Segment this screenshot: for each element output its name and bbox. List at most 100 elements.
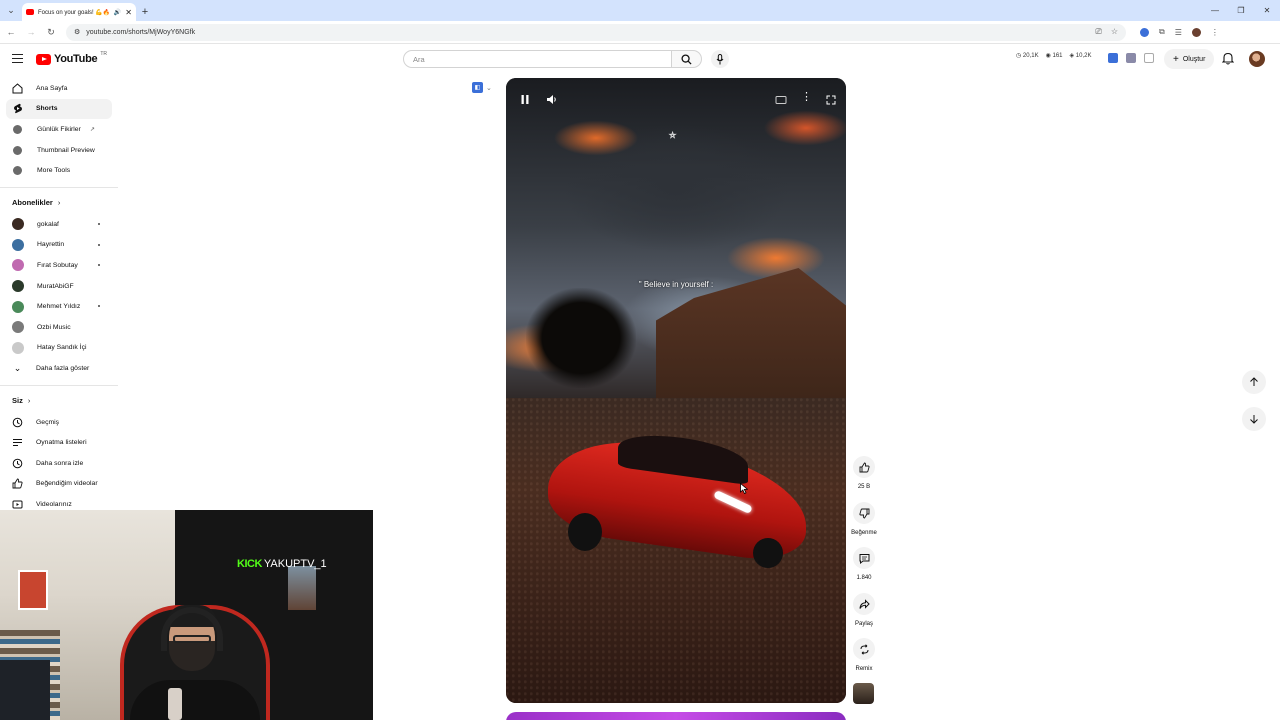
bookmark-star-icon[interactable]: ☆ [1111,27,1118,37]
menu-icon[interactable] [12,54,23,66]
tab-search-icon[interactable]: ⌄ [0,0,22,21]
minimize-icon[interactable]: — [1202,0,1228,21]
subscriptions-header[interactable]: Abonelikler › [0,192,118,214]
extensions-area: ⧉ ☰ ⋮ [1140,27,1219,37]
shorts-video-player[interactable]: ⛦ " Believe in yourself : ⋮ [506,78,846,703]
notifications-bell-icon[interactable] [1221,52,1235,70]
channel-avatar [12,259,24,272]
kick-username: YAKUPTV_1 [263,558,327,570]
comments-button[interactable]: 1.840 [849,547,879,581]
sidebar-subscription-item[interactable]: Hayrettin [0,235,118,256]
profile-icon[interactable] [1191,27,1201,37]
share-button[interactable]: Paylaş [849,593,879,627]
search-placeholder: Ara [413,54,425,64]
sidebar-item-label: Geçmiş [36,418,60,426]
sidebar-subscription-item[interactable]: Fırat Sobutay [0,255,118,276]
sidebar-item-playlists[interactable]: Oynatma listeleri [0,432,118,453]
voice-search-button[interactable] [711,50,729,68]
show-more-button[interactable]: ⌄ Daha fazla göster [0,358,118,379]
cast-icon[interactable]: ⎚ [1095,27,1101,37]
media-icon[interactable]: ☰ [1175,28,1182,37]
captions-icon[interactable] [775,92,787,110]
remix-button[interactable]: Remix [849,638,879,672]
extension-wand-icon[interactable] [1144,53,1154,63]
back-icon[interactable]: ← [2,23,20,41]
shorts-selector[interactable]: ◧ ⌄ [472,82,492,93]
section-title: Abonelikler [12,198,53,208]
dislike-label: Beğenme [851,530,877,536]
player-controls-left [520,92,558,110]
next-short-preview[interactable] [506,712,846,720]
logo-text: YouTube [54,53,98,65]
sidebar-item-shorts[interactable]: Shorts [6,98,112,120]
previous-short-button[interactable] [1242,370,1266,394]
sidebar-item-watch-later[interactable]: Daha sonra izle [0,453,118,474]
remix-icon [853,638,875,660]
chevron-down-icon: ⌄ [13,362,22,373]
kick-logo: KICK [237,558,262,570]
sidebar-item-label: Thumbnail Preview [37,146,95,154]
extension-badge-icon[interactable] [1108,53,1118,63]
sidebar-subscription-item[interactable]: Mehmet Yıldız [0,296,118,317]
sidebar-item-home[interactable]: Ana Sayfa [0,78,118,99]
sidebar-item-liked-videos[interactable]: Beğendiğim videolar [0,474,118,495]
channel-avatar [12,280,24,293]
stat-views: ◷ 20,1K [1016,53,1039,59]
like-button[interactable]: 25 B [849,456,879,490]
extension-icon[interactable] [1140,27,1149,37]
extension-list-icon[interactable] [1126,53,1136,63]
like-count: 25 B [857,484,871,490]
youtube-logo[interactable]: YouTube TR [36,51,107,65]
sound-thumbnail[interactable] [853,683,874,704]
forward-icon[interactable]: → [22,23,40,41]
next-short-button[interactable] [1242,407,1266,431]
site-info-icon[interactable]: ⚙ [74,28,80,36]
search-button[interactable] [672,50,702,68]
divider [0,186,118,188]
extensions-puzzle-icon[interactable]: ⧉ [1159,27,1165,37]
wall-poster [288,566,316,610]
youtube-play-icon [36,53,51,65]
share-label: Paylaş [854,621,873,627]
history-icon [12,417,23,428]
close-tab-icon[interactable]: ✕ [125,8,132,17]
arrow-down-icon [1250,415,1258,424]
sidebar-item-more-tools[interactable]: More Tools [0,160,118,181]
home-icon [12,83,23,94]
browser-menu-icon[interactable]: ⋮ [1211,28,1219,37]
sidebar-subscription-item[interactable]: Hatay Sandık İçi [0,338,118,359]
sidebar-item-label: Ana Sayfa [36,84,68,92]
restore-icon[interactable]: ❐ [1228,0,1254,21]
sidebar-subscription-item[interactable]: Ozbi Music [0,317,118,338]
new-tab-icon[interactable]: + [136,3,154,21]
url-field[interactable]: ⚙ youtube.com/shorts/MjWoyY6NGfk ⎚ ☆ [66,23,1126,41]
audio-icon[interactable]: 🔊 [114,9,121,16]
plus-icon: + [1173,53,1179,65]
youtube-header: YouTube TR Ara ◷ 20,1K ◉ 161 ◈ 10,2K + Ol… [0,44,1280,74]
fullscreen-icon[interactable] [826,92,836,110]
kick-overlay: KICK YAKUPTV_1 [237,558,327,570]
create-button[interactable]: + Oluştur [1164,49,1215,69]
stat-other-value: 10,2K [1075,53,1092,59]
volume-icon[interactable] [546,92,558,110]
sidebar-subscription-item[interactable]: gokalaf [0,214,118,235]
sidebar-item-history[interactable]: Geçmiş [0,412,118,433]
chevron-down-icon: ⌄ [486,84,492,92]
account-avatar[interactable] [1249,51,1265,67]
close-window-icon[interactable]: ✕ [1254,0,1280,21]
browser-tab[interactable]: Focus on your goals! 💪🔥 🔊 ✕ [22,3,136,21]
dislike-button[interactable]: Beğenme [849,502,879,536]
thumbs-down-icon [853,502,875,524]
sidebar-item-label: Günlük Fikirler [37,125,81,133]
sidebar-subscription-item[interactable]: MuratAbiGF [0,276,118,297]
more-options-icon[interactable]: ⋮ [801,92,812,110]
section-title: Siz [12,396,23,406]
sidebar-item-gunluk-fikirler[interactable]: Günlük Fikirler ↗ [0,119,118,140]
shorts-icon [12,103,23,114]
pause-icon[interactable] [520,92,530,110]
you-header[interactable]: Siz › [0,390,118,412]
video-red-car [548,418,808,568]
reload-icon[interactable]: ↻ [42,23,60,41]
search-input[interactable]: Ara [403,50,672,68]
sidebar-item-thumbnail-preview[interactable]: Thumbnail Preview [0,140,118,161]
